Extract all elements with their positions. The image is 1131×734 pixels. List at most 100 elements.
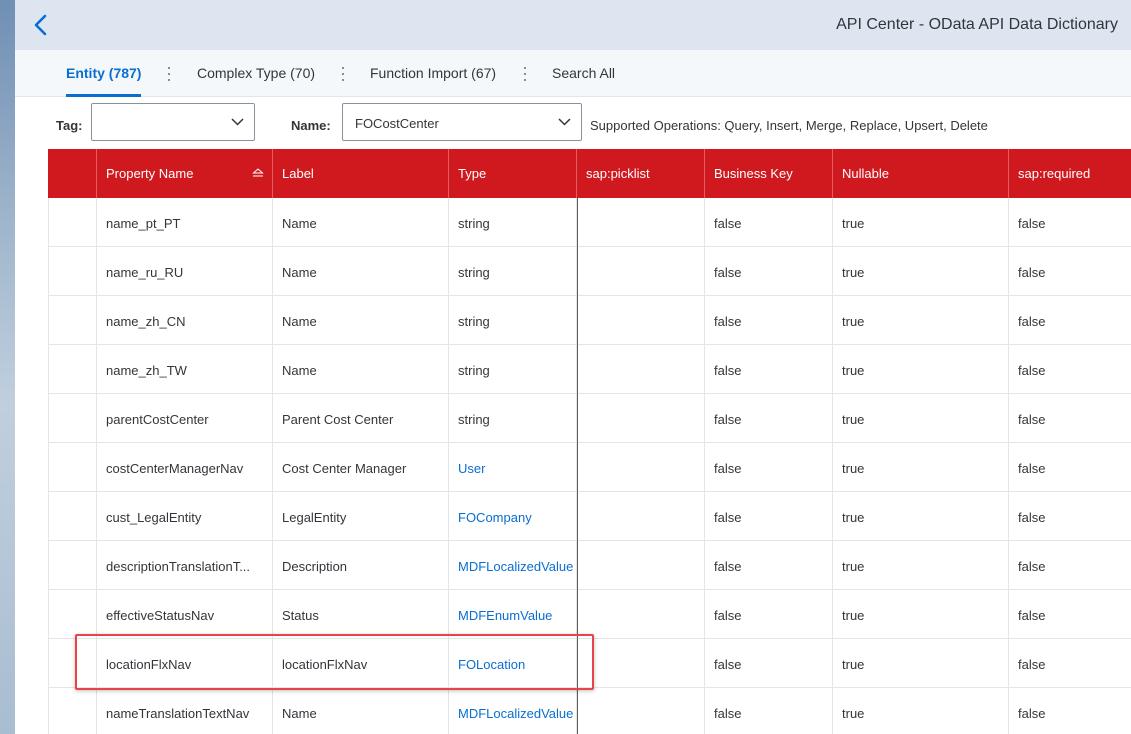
chevron-down-icon bbox=[231, 118, 244, 126]
row-selector-cell[interactable] bbox=[48, 541, 96, 589]
cell-label: Status bbox=[272, 590, 448, 638]
cell-required: false bbox=[1008, 394, 1131, 442]
cell-nullable: true bbox=[832, 590, 1008, 638]
table-row[interactable]: locationFlxNav locationFlxNav FOLocation fa… bbox=[48, 639, 1131, 688]
cell-type[interactable]: MDFLocalizedValue bbox=[448, 541, 576, 589]
cell-required: false bbox=[1008, 492, 1131, 540]
row-selector-cell[interactable] bbox=[48, 443, 96, 491]
page-title: API Center - OData API Data Dictionary bbox=[836, 16, 1118, 33]
row-selector-cell[interactable] bbox=[48, 247, 96, 295]
row-selector-cell[interactable] bbox=[48, 394, 96, 442]
cell-property-name: locationFlxNav bbox=[96, 639, 272, 687]
sort-ascending-icon bbox=[252, 168, 264, 177]
cell-property-name: name_pt_PT bbox=[96, 198, 272, 246]
cell-type: string bbox=[448, 247, 576, 295]
row-selector-cell[interactable] bbox=[48, 590, 96, 638]
cell-property-name: parentCostCenter bbox=[96, 394, 272, 442]
table-header-row: Property Name Label Type sap:picklist Bu… bbox=[48, 149, 1131, 198]
tab-search-all[interactable]: Search All bbox=[552, 50, 615, 96]
back-button[interactable] bbox=[27, 11, 55, 39]
cell-business-key: false bbox=[704, 394, 832, 442]
cell-business-key: false bbox=[704, 345, 832, 393]
cell-required: false bbox=[1008, 590, 1131, 638]
cell-required: false bbox=[1008, 247, 1131, 295]
cell-label: Parent Cost Center bbox=[272, 394, 448, 442]
table-body: name_pt_PT Name string false true false name_r… bbox=[48, 198, 1131, 734]
cell-picklist bbox=[576, 394, 704, 442]
row-selector-cell[interactable] bbox=[48, 345, 96, 393]
row-selector-cell[interactable] bbox=[48, 688, 96, 734]
tag-label: Tag: bbox=[56, 118, 83, 133]
cell-type[interactable]: MDFLocalizedValue bbox=[448, 688, 576, 734]
api-center-app: API Center - OData API Data Dictionary E… bbox=[15, 0, 1131, 734]
cell-property-name: name_zh_CN bbox=[96, 296, 272, 344]
cell-nullable: true bbox=[832, 639, 1008, 687]
cell-label: Name bbox=[272, 247, 448, 295]
cell-required: false bbox=[1008, 198, 1131, 246]
cell-required: false bbox=[1008, 345, 1131, 393]
cell-required: false bbox=[1008, 296, 1131, 344]
cell-nullable: true bbox=[832, 443, 1008, 491]
cell-picklist bbox=[576, 492, 704, 540]
cell-business-key: false bbox=[704, 541, 832, 589]
row-selector-cell[interactable] bbox=[48, 639, 96, 687]
tab-entity[interactable]: Entity (787) bbox=[66, 50, 142, 97]
cell-type: string bbox=[448, 345, 576, 393]
column-header-property-name[interactable]: Property Name bbox=[96, 149, 272, 198]
tab-function-import[interactable]: Function Import (67) bbox=[370, 50, 496, 96]
cell-property-name: effectiveStatusNav bbox=[96, 590, 272, 638]
cell-property-name: name_zh_TW bbox=[96, 345, 272, 393]
column-divider bbox=[577, 198, 578, 734]
column-header-label[interactable]: Label bbox=[272, 149, 448, 198]
column-header-required[interactable]: sap:required bbox=[1008, 149, 1131, 198]
cell-property-name: descriptionTranslationT... bbox=[96, 541, 272, 589]
table-row[interactable]: name_zh_CN Name string false true false bbox=[48, 296, 1131, 345]
table-row[interactable]: name_zh_TW Name string false true false bbox=[48, 345, 1131, 394]
cell-picklist bbox=[576, 198, 704, 246]
cell-label: locationFlxNav bbox=[272, 639, 448, 687]
name-select-value: FOCostCenter bbox=[355, 116, 439, 131]
select-column-header bbox=[48, 149, 96, 198]
column-header-type[interactable]: Type bbox=[448, 149, 576, 198]
cell-required: false bbox=[1008, 443, 1131, 491]
column-header-picklist[interactable]: sap:picklist bbox=[576, 149, 704, 198]
cell-business-key: false bbox=[704, 443, 832, 491]
cell-picklist bbox=[576, 639, 704, 687]
name-select[interactable]: FOCostCenter bbox=[342, 103, 582, 141]
tag-select[interactable] bbox=[91, 103, 255, 141]
filter-bar: Tag: Name: FOCostCenter Supported Operat… bbox=[15, 97, 1131, 149]
tab-overflow-icon bbox=[523, 67, 526, 81]
table-row[interactable]: descriptionTranslationT... Description MDF… bbox=[48, 541, 1131, 590]
table-row[interactable]: parentCostCenter Parent Cost Center string… bbox=[48, 394, 1131, 443]
tab-bar: Entity (787) Complex Type (70) Function … bbox=[15, 50, 1131, 97]
cell-type[interactable]: FOLocation bbox=[448, 639, 576, 687]
cell-property-name: nameTranslationTextNav bbox=[96, 688, 272, 734]
row-selector-cell[interactable] bbox=[48, 492, 96, 540]
cell-label: Cost Center Manager bbox=[272, 443, 448, 491]
cell-type[interactable]: User bbox=[448, 443, 576, 491]
cell-nullable: true bbox=[832, 492, 1008, 540]
cell-business-key: false bbox=[704, 688, 832, 734]
cell-type[interactable]: MDFEnumValue bbox=[448, 590, 576, 638]
table-row[interactable]: name_ru_RU Name string false true false bbox=[48, 247, 1131, 296]
cell-label: Name bbox=[272, 345, 448, 393]
table-row[interactable]: nameTranslationTextNav Name MDFLocalizedVa… bbox=[48, 688, 1131, 734]
tab-complex-type[interactable]: Complex Type (70) bbox=[197, 50, 315, 96]
cell-business-key: false bbox=[704, 590, 832, 638]
cell-property-name: cust_LegalEntity bbox=[96, 492, 272, 540]
column-header-business-key[interactable]: Business Key bbox=[704, 149, 832, 198]
row-selector-cell[interactable] bbox=[48, 296, 96, 344]
cell-type: string bbox=[448, 198, 576, 246]
cell-picklist bbox=[576, 541, 704, 589]
column-header-nullable[interactable]: Nullable bbox=[832, 149, 1008, 198]
row-selector-cell[interactable] bbox=[48, 198, 96, 246]
table-row[interactable]: cust_LegalEntity LegalEntity FOCompany fals… bbox=[48, 492, 1131, 541]
table-row[interactable]: effectiveStatusNav Status MDFEnumValue fals… bbox=[48, 590, 1131, 639]
cell-label: Name bbox=[272, 198, 448, 246]
table-row[interactable]: name_pt_PT Name string false true false bbox=[48, 198, 1131, 247]
data-dictionary-table: Property Name Label Type sap:picklist Bu… bbox=[48, 149, 1131, 734]
name-label: Name: bbox=[291, 118, 331, 133]
cell-property-name: name_ru_RU bbox=[96, 247, 272, 295]
table-row[interactable]: costCenterManagerNav Cost Center Manager U… bbox=[48, 443, 1131, 492]
cell-type[interactable]: FOCompany bbox=[448, 492, 576, 540]
